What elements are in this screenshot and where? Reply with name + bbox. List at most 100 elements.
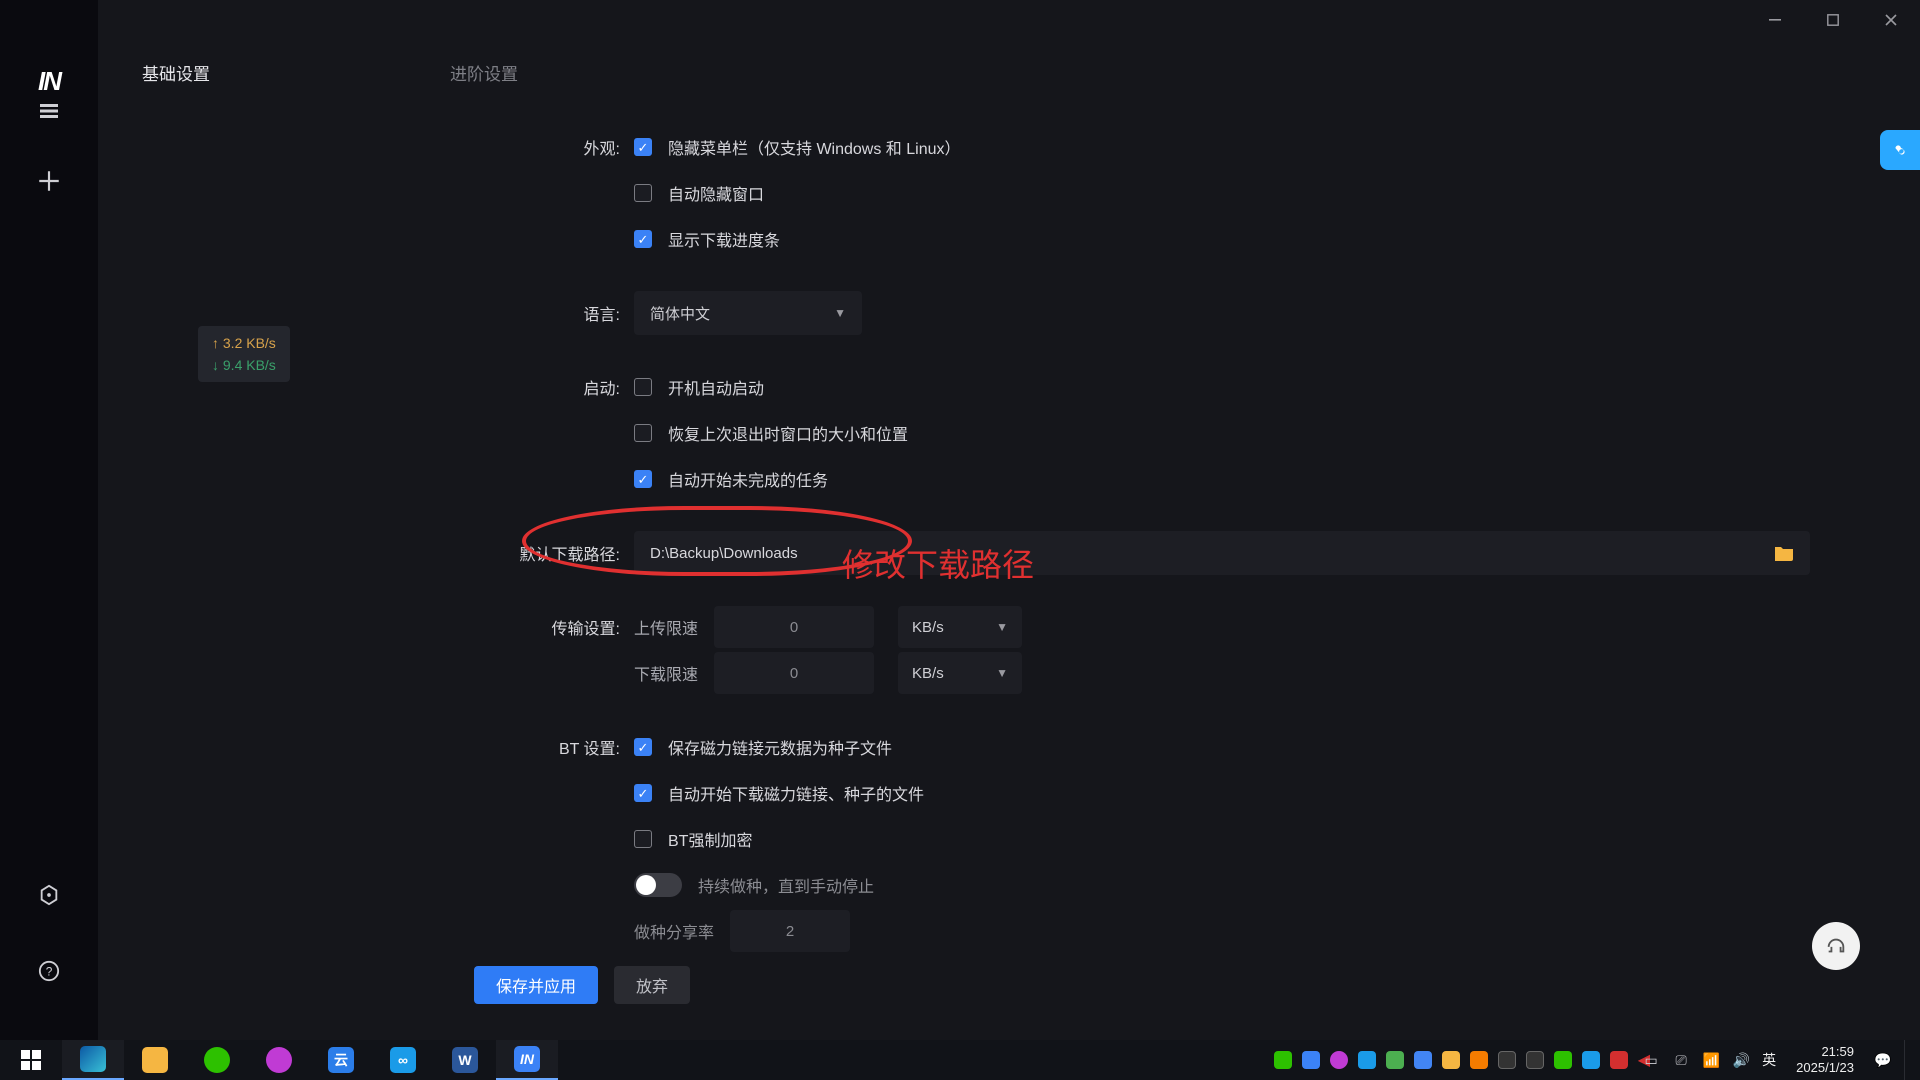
language-select-value: 简体中文 xyxy=(650,303,710,324)
upload-unit-value: KB/s xyxy=(912,619,944,636)
toggle-keep-seeding[interactable] xyxy=(634,873,682,897)
download-limit-label: 下载限速 xyxy=(634,661,698,685)
speed-indicator: ↑ 3.2 KB/s ↓ 9.4 KB/s xyxy=(198,326,290,382)
taskbar-wechat[interactable] xyxy=(186,1040,248,1080)
close-icon xyxy=(1885,14,1897,26)
checkbox-save-magnet[interactable] xyxy=(634,738,652,756)
tray-app-icon[interactable] xyxy=(1610,1051,1628,1069)
chevron-down-icon: ▼ xyxy=(996,666,1008,680)
volume-icon[interactable]: 🔊 xyxy=(1732,1051,1750,1069)
tray-app-icon[interactable] xyxy=(1302,1051,1320,1069)
checkbox-save-magnet-label: 保存磁力链接元数据为种子文件 xyxy=(668,735,892,759)
windows-taskbar: 云 ∞ W IN ◀ ▭ ⎚ 📶 🔊 英 21:59 2025/1/23 💬 xyxy=(0,1040,1920,1080)
wifi-icon[interactable]: 📶 xyxy=(1702,1051,1720,1069)
checkbox-auto-download-bt-label: 自动开始下载磁力链接、种子的文件 xyxy=(668,781,924,805)
checkbox-hide-menu[interactable] xyxy=(634,138,652,156)
tray-app-icon[interactable] xyxy=(1386,1051,1404,1069)
checkbox-bt-encrypt[interactable] xyxy=(634,830,652,848)
settings-panel: 基础设置 进阶设置 ↑ 3.2 KB/s ↓ 9.4 KB/s 外观: 隐藏菜单… xyxy=(98,0,1920,1040)
upload-unit-select[interactable]: KB/s ▼ xyxy=(898,606,1022,648)
tray-app-icon[interactable] xyxy=(1414,1051,1432,1069)
svg-text:?: ? xyxy=(46,965,53,979)
headset-icon xyxy=(1825,935,1847,957)
battery-icon[interactable]: ▭ xyxy=(1642,1051,1660,1069)
language-label: 语言: xyxy=(496,301,634,325)
nav-add-button[interactable] xyxy=(28,160,70,202)
download-speed: ↓ 9.4 KB/s xyxy=(212,354,276,376)
list-icon xyxy=(37,99,61,123)
tray-app-icon[interactable] xyxy=(1274,1051,1292,1069)
cloud-sync-badge[interactable] xyxy=(1880,130,1920,170)
upload-speed: ↑ 3.2 KB/s xyxy=(212,332,276,354)
plus-icon xyxy=(36,168,62,194)
tray-app-icon[interactable] xyxy=(1330,1051,1348,1069)
tab-advanced[interactable]: 进阶设置 xyxy=(450,60,518,85)
window-titlebar xyxy=(1746,0,1920,40)
notifications-icon[interactable]: 💬 xyxy=(1874,1051,1892,1069)
download-unit-select[interactable]: KB/s ▼ xyxy=(898,652,1022,694)
help-icon: ? xyxy=(38,960,60,982)
window-close-button[interactable] xyxy=(1862,0,1920,40)
upload-limit-input[interactable]: 0 xyxy=(714,606,874,648)
window-minimize-button[interactable] xyxy=(1746,0,1804,40)
clock-time: 21:59 xyxy=(1796,1044,1854,1060)
tray-app-icon[interactable] xyxy=(1526,1051,1544,1069)
folder-icon[interactable] xyxy=(1774,545,1794,561)
checkbox-auto-download-bt[interactable] xyxy=(634,784,652,802)
checkbox-auto-hide-window[interactable] xyxy=(634,184,652,202)
clock-date: 2025/1/23 xyxy=(1796,1060,1854,1076)
app-logo: IN xyxy=(38,66,60,97)
assistant-fab[interactable] xyxy=(1812,922,1860,970)
tab-basic[interactable]: 基础设置 xyxy=(142,60,210,85)
taskbar-explorer[interactable] xyxy=(124,1040,186,1080)
transfer-label: 传输设置: xyxy=(496,615,634,639)
network-icon[interactable]: ⎚ xyxy=(1672,1051,1690,1069)
taskbar-motrix[interactable]: IN xyxy=(496,1040,558,1080)
chevron-down-icon: ▼ xyxy=(996,620,1008,634)
tray-app-icon[interactable] xyxy=(1498,1051,1516,1069)
start-button[interactable] xyxy=(0,1040,62,1080)
checkbox-hide-menu-label: 隐藏菜单栏（仅支持 Windows 和 Linux） xyxy=(668,135,961,159)
discard-button[interactable]: 放弃 xyxy=(614,966,690,1004)
checkbox-restore-window-label: 恢复上次退出时窗口的大小和位置 xyxy=(668,421,908,445)
show-desktop-button[interactable] xyxy=(1904,1040,1910,1080)
checkbox-auto-hide-window-label: 自动隐藏窗口 xyxy=(668,181,764,205)
taskbar-app-pink[interactable] xyxy=(248,1040,310,1080)
tray-app-icon[interactable] xyxy=(1442,1051,1460,1069)
download-path-input[interactable]: D:\Backup\Downloads xyxy=(634,531,1810,575)
appearance-label: 外观: xyxy=(496,135,634,159)
taskbar-word[interactable]: W xyxy=(434,1040,496,1080)
checkbox-resume-tasks[interactable] xyxy=(634,470,652,488)
seed-ratio-input[interactable]: 2 xyxy=(730,910,850,952)
tray-app-icon[interactable] xyxy=(1470,1051,1488,1069)
taskbar-edge[interactable] xyxy=(62,1040,124,1080)
maximize-icon xyxy=(1827,14,1839,26)
taskbar-app-net[interactable]: ∞ xyxy=(372,1040,434,1080)
tray-app-icon[interactable] xyxy=(1554,1051,1572,1069)
save-button[interactable]: 保存并应用 xyxy=(474,966,598,1004)
checkbox-bt-encrypt-label: BT强制加密 xyxy=(668,827,752,851)
nav-help-button[interactable]: ? xyxy=(28,950,70,992)
nav-extensions-button[interactable] xyxy=(28,874,70,916)
checkbox-restore-window[interactable] xyxy=(634,424,652,442)
taskbar-clock[interactable]: 21:59 2025/1/23 xyxy=(1788,1044,1862,1076)
seed-ratio-label: 做种分享率 xyxy=(634,919,714,943)
window-maximize-button[interactable] xyxy=(1804,0,1862,40)
taskbar-app-cloud[interactable]: 云 xyxy=(310,1040,372,1080)
checkbox-show-progress[interactable] xyxy=(634,230,652,248)
minimize-icon xyxy=(1769,14,1781,26)
app-side-rail: IN ? xyxy=(0,0,98,1040)
download-limit-input[interactable]: 0 xyxy=(714,652,874,694)
checkbox-autostart[interactable] xyxy=(634,378,652,396)
toggle-keep-seeding-label: 持续做种，直到手动停止 xyxy=(698,873,874,897)
bt-label: BT 设置: xyxy=(496,735,634,759)
settings-tabs: 基础设置 进阶设置 xyxy=(142,60,518,85)
tray-app-icon[interactable] xyxy=(1358,1051,1376,1069)
ime-indicator[interactable]: 英 xyxy=(1762,1050,1776,1070)
chevron-down-icon: ▼ xyxy=(834,306,846,320)
checkbox-resume-tasks-label: 自动开始未完成的任务 xyxy=(668,467,828,491)
cloud-link-icon xyxy=(1889,139,1911,161)
download-path-label: 默认下载路径: xyxy=(496,541,634,565)
language-select[interactable]: 简体中文 ▼ xyxy=(634,291,862,335)
tray-app-icon[interactable] xyxy=(1582,1051,1600,1069)
